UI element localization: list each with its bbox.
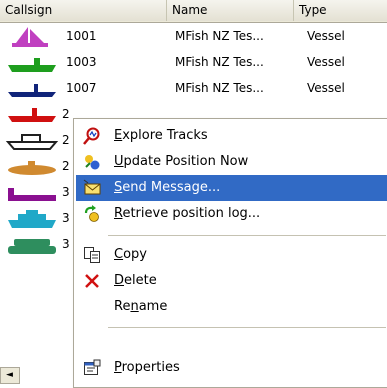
table-row[interactable]: 3 [0,179,72,205]
row-callsign: 3 [62,237,70,251]
menu-item-update-position[interactable]: Update Position Now [76,149,387,175]
retrieve-log-icon [84,205,99,222]
ferry-icon [8,239,56,254]
menu-separator [108,235,386,236]
row-name: MFish NZ Tes... [175,81,264,95]
sailboat-icon [12,27,48,47]
table-row[interactable]: 2 [0,153,72,179]
menu-separator [108,327,386,328]
menu-item-delete[interactable]: Delete [76,268,387,294]
menu-item-properties[interactable]: Properties [76,355,387,381]
menu-item-rename[interactable]: Rename [76,294,387,320]
column-header-name[interactable]: Name [167,0,294,21]
ship-icon [8,58,56,72]
menu-item-label: Update Position Now [114,154,249,169]
menu-item-explore-tracks[interactable]: Explore Tracks [76,123,387,149]
table-row[interactable]: 1007 MFish NZ Tes... Vessel [0,75,387,101]
row-type: Vessel [307,81,345,95]
table-row[interactable]: 3 [0,231,72,257]
column-header-type[interactable]: Type [294,0,387,21]
row-name: MFish NZ Tes... [175,29,264,43]
scroll-left-button[interactable]: ◄ [0,367,20,384]
table-row[interactable]: 2 [0,127,72,153]
boat-outline-icon [5,134,59,150]
table-row[interactable]: 1003 MFish NZ Tes... Vessel [0,49,387,75]
menu-item-label: Copy [114,247,147,262]
row-callsign: 2 [62,159,70,173]
menu-item-label: Retrieve position log... [114,206,261,221]
row-callsign: 1003 [66,55,97,69]
menu-item-retrieve-log[interactable]: Retrieve position log... [76,201,387,227]
table-row[interactable]: 2 [0,101,72,127]
cruise-ship-icon [8,210,56,228]
table-row[interactable]: 3 [0,205,72,231]
properties-icon [84,359,101,375]
row-callsign: 3 [62,211,70,225]
menu-item-copy[interactable]: Copy [76,242,387,268]
menu-item-label: Rename [114,299,168,314]
scroll-left-arrow-icon: ◄ [6,370,13,380]
menu-item-label: Send Message... [114,180,221,195]
row-callsign: 2 [62,133,70,147]
table-row[interactable]: 1001 MFish NZ Tes... Vessel [0,23,387,49]
row-callsign: 1001 [66,29,97,43]
delete-x-icon [85,274,99,288]
update-position-icon [85,155,100,170]
ship-icon [8,108,56,122]
row-type: Vessel [307,55,345,69]
row-callsign: 2 [62,107,70,121]
menu-item-label: Delete [114,273,157,288]
row-name: MFish NZ Tes... [175,55,264,69]
menu-item-label: Explore Tracks [114,128,208,143]
menu-item-label: Properties [114,360,180,375]
row-type: Vessel [307,29,345,43]
row-callsign: 1007 [66,81,97,95]
magnifier-track-icon [83,127,100,145]
submarine-icon [8,161,56,175]
envelope-icon [83,179,101,195]
menu-item-send-message[interactable]: Send Message... [76,175,387,201]
context-menu: Explore Tracks Update Position Now Send … [73,118,387,388]
list-header: Callsign Name Type [0,0,387,23]
ship-icon [8,84,56,97]
barge-icon [8,188,56,201]
row-callsign: 3 [62,185,70,199]
copy-icon [84,247,100,263]
column-header-callsign[interactable]: Callsign [0,0,167,21]
